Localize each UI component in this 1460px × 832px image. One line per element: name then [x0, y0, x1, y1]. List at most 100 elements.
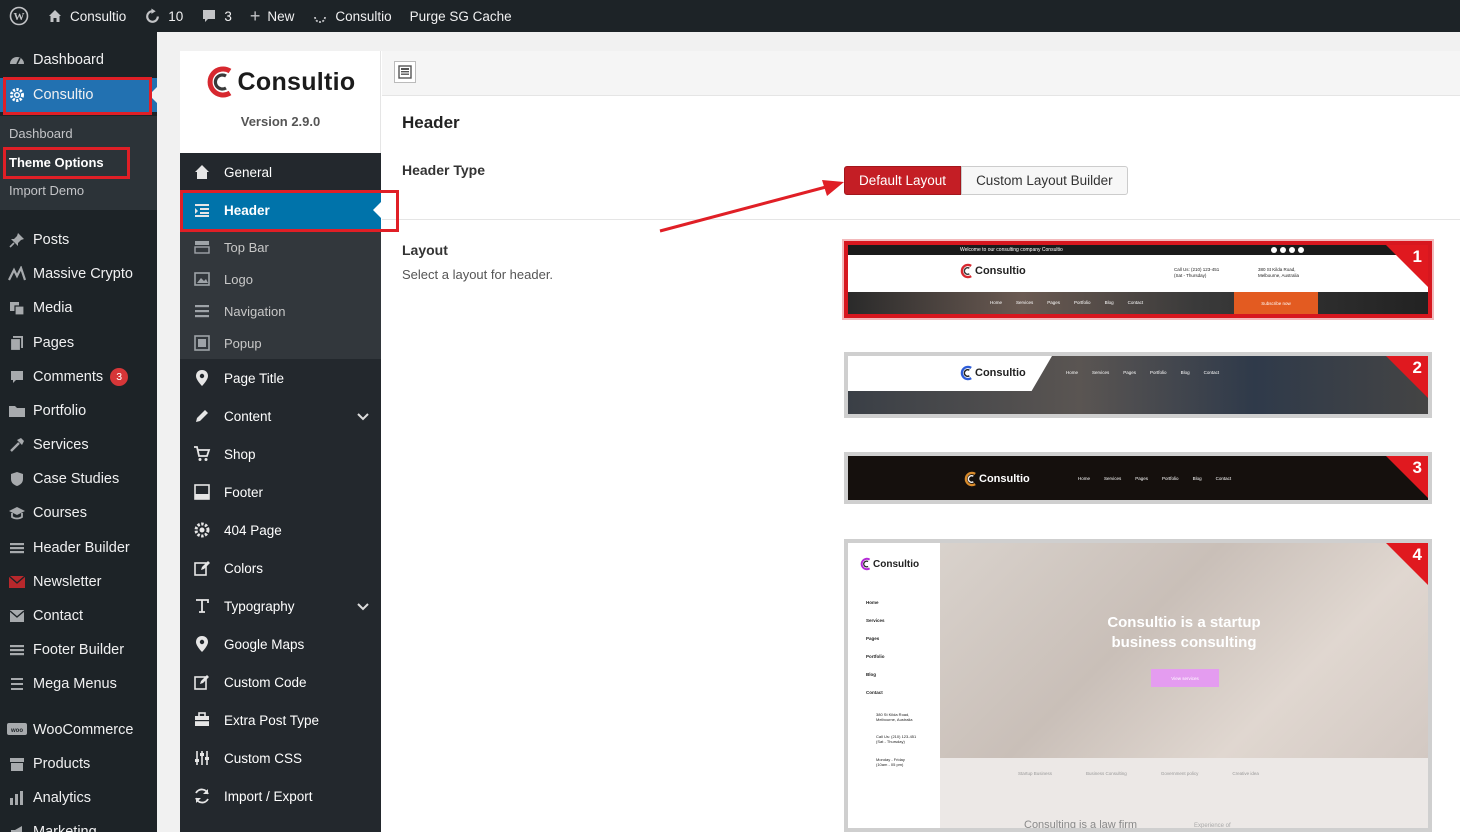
submenu-dashboard[interactable]: Dashboard [9, 126, 73, 141]
preview-logo-icon [860, 557, 871, 571]
custom-layout-builder-button[interactable]: Custom Layout Builder [961, 166, 1128, 195]
options-nav-label: Footer [224, 484, 264, 500]
folder-icon [0, 403, 33, 419]
options-nav-label: Logo [224, 271, 253, 287]
layout-option-2[interactable]: Consultio Home Services Pages Portfolio … [844, 352, 1432, 418]
section-title: Header [402, 113, 460, 132]
location-icon [180, 635, 224, 653]
menu-item-marketing[interactable]: Marketing [0, 815, 157, 832]
menu-item-case-studies[interactable]: Case Studies [0, 462, 157, 496]
preview-hours-sub: (10am - 05 pm) [876, 761, 904, 767]
submenu-import-demo[interactable]: Import Demo [9, 183, 84, 198]
menu-item-services[interactable]: Services [0, 428, 157, 462]
options-nav-shop[interactable]: Shop [180, 435, 381, 473]
preview-menu-item: Portfolio [1162, 476, 1179, 481]
refresh-icon [180, 787, 224, 805]
menu-item-portfolio[interactable]: Portfolio [0, 394, 157, 428]
chart-icon [0, 266, 33, 282]
site-name-link[interactable]: Consultio [38, 0, 135, 32]
menu-item-newsletter[interactable]: Newsletter [0, 565, 157, 599]
layout-number: 1 [1412, 247, 1422, 266]
menu-item-footer-builder[interactable]: Footer Builder [0, 633, 157, 667]
options-nav-content[interactable]: Content [180, 397, 381, 435]
menu-icon [0, 676, 33, 692]
preview-address: 380 St Kilda Road, Melbourne, Australia [876, 712, 912, 723]
options-nav-google-maps[interactable]: Google Maps [180, 625, 381, 663]
menu-label: Consultio [33, 87, 94, 103]
updates-count: 10 [168, 8, 184, 24]
linkedin-icon [1298, 247, 1304, 253]
theme-version: Version 2.9.0 [240, 114, 321, 129]
menu-label: Pages [33, 335, 75, 351]
chevron-down-icon[interactable] [357, 599, 369, 614]
options-nav-typography[interactable]: Typography [180, 587, 381, 625]
menu-item-comments[interactable]: Comments 3 [0, 360, 157, 394]
chevron-down-icon[interactable] [357, 409, 369, 424]
layout-option-4[interactable]: Consultio Home Services Pages Portfolio … [844, 539, 1432, 832]
new-content-link[interactable]: + New [241, 0, 304, 32]
menu-item-posts[interactable]: Posts [0, 223, 157, 257]
options-nav: General Header Top Bar Logo Navigation Popup P… [180, 153, 381, 832]
updates-link[interactable]: 10 [135, 0, 192, 32]
options-nav-custom-code[interactable]: Custom Code [180, 663, 381, 701]
menu-item-dashboard[interactable]: Dashboard [0, 43, 157, 77]
layout-option-1[interactable]: Welcome to our consulting company Consul… [844, 241, 1432, 318]
menu-item-consultio[interactable]: Consultio [0, 78, 157, 112]
menu-item-woocommerce[interactable]: woo WooCommerce [0, 713, 157, 747]
megaphone-icon [0, 824, 33, 832]
default-layout-button[interactable]: Default Layout [844, 166, 962, 195]
home-icon [180, 163, 224, 181]
comments-link[interactable]: 3 [192, 0, 241, 32]
menu-item-contact[interactable]: Contact [0, 599, 157, 633]
preview-address: 380 St Kilda Road, Melbourne, Australia [1258, 267, 1299, 279]
preview-menu-item: Portfolio [866, 654, 885, 659]
options-nav-footer[interactable]: Footer [180, 473, 381, 511]
menu-item-courses[interactable]: Courses [0, 496, 157, 530]
menu-item-products[interactable]: Products [0, 747, 157, 781]
options-nav-404-page[interactable]: 404 Page [180, 511, 381, 549]
menu-item-media[interactable]: Media [0, 291, 157, 325]
preview-feature: Creative idea [1232, 771, 1259, 776]
options-nav-colors[interactable]: Colors [180, 549, 381, 587]
menu-item-header-builder[interactable]: Header Builder [0, 531, 157, 565]
header-type-label: Header Type [402, 162, 485, 178]
options-nav-navigation[interactable]: Navigation [180, 295, 381, 327]
mail-icon [0, 609, 33, 623]
options-nav-label: Custom Code [224, 674, 307, 690]
gear-icon [0, 86, 33, 104]
submenu-theme-options[interactable]: Theme Options [9, 155, 104, 170]
menu-label: Marketing [33, 824, 97, 832]
bar-chart-icon [0, 790, 33, 806]
menu-item-analytics[interactable]: Analytics [0, 781, 157, 815]
theme-link[interactable]: Consultio [303, 0, 400, 32]
wordpress-icon: W [9, 6, 29, 26]
purge-cache-link[interactable]: Purge SG Cache [401, 0, 521, 32]
wordpress-logo-button[interactable]: W [0, 0, 38, 32]
expand-options-button[interactable] [394, 61, 416, 83]
menu-label: Products [33, 756, 91, 772]
options-nav-top-bar[interactable]: Top Bar [180, 231, 381, 263]
options-nav-popup[interactable]: Popup [180, 327, 381, 359]
options-nav-custom-css[interactable]: Custom CSS [180, 739, 381, 777]
options-nav-logo[interactable]: Logo [180, 263, 381, 295]
options-nav-general[interactable]: General [180, 153, 381, 191]
options-nav-import-export[interactable]: Import / Export [180, 777, 381, 815]
options-nav-label: Navigation [224, 303, 286, 319]
options-nav-label: Colors [224, 560, 264, 576]
options-toolbar [382, 51, 1460, 96]
cart-icon [180, 445, 224, 463]
menu-item-mega-menus[interactable]: Mega Menus [0, 667, 157, 701]
options-nav-label: Custom CSS [224, 750, 303, 766]
preview-call-sub: (Sat - Thursday) [876, 738, 905, 744]
options-nav-label: General [224, 164, 273, 180]
options-nav-extra-post-type[interactable]: Extra Post Type [180, 701, 381, 739]
options-nav-label: Top Bar [224, 239, 269, 255]
menu-item-pages[interactable]: Pages [0, 326, 157, 360]
graduation-icon [0, 505, 33, 521]
preview-menu: Home Services Pages Portfolio Blog Conta… [1078, 476, 1231, 481]
preview-call: Call Us: (210) 123-451 (Sat - Thursday) [1174, 267, 1219, 279]
menu-item-massive-crypto[interactable]: Massive Crypto [0, 257, 157, 291]
options-nav-page-title[interactable]: Page Title [180, 359, 381, 397]
layout-option-3[interactable]: Consultio Home Services Pages Portfolio … [844, 452, 1432, 504]
options-nav-header[interactable]: Header [180, 191, 381, 229]
